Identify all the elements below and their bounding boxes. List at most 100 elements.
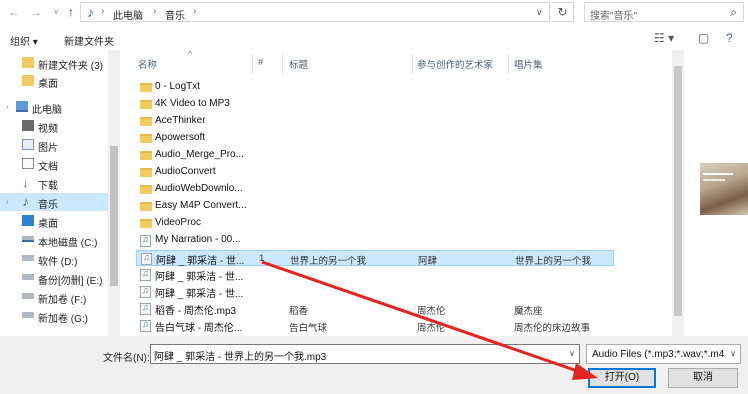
dialog-footer: 文件名(N): 阿肆 _ 郭采洁 - 世界上的另一个我.mp3 ∨ Audio …	[0, 336, 748, 394]
file-list-scrollbar-thumb[interactable]	[674, 66, 682, 316]
row-title: 稻香	[289, 306, 309, 317]
chevron-down-icon[interactable]: ∨	[730, 349, 736, 358]
row-name: AudioWebDownlo...	[155, 183, 243, 194]
column-header-album[interactable]: 唱片集	[514, 57, 543, 71]
music-icon: ♪	[22, 193, 29, 209]
nav-item-drive-c[interactable]: 本地磁盘 (C:)	[0, 231, 108, 249]
row-title: 世界上的另一个我	[290, 256, 367, 267]
filename-value: 阿肆 _ 郭采洁 - 世界上的另一个我.mp3	[154, 352, 327, 363]
row-name: 告白气球 - 周杰伦...	[155, 323, 243, 334]
column-header-artist[interactable]: 参与创作的艺术家	[417, 57, 493, 71]
row-name: AudioConvert	[155, 166, 216, 177]
nav-item-documents[interactable]: 文档	[0, 155, 108, 173]
column-header-number[interactable]: #	[258, 57, 263, 68]
nav-item-this-pc[interactable]: › 此电脑	[0, 98, 108, 116]
refresh-button[interactable]: ↻	[552, 2, 574, 22]
expand-chevron-icon: ›	[6, 102, 9, 111]
row-album: 世界上的另一个我	[515, 256, 592, 267]
file-list-scrollbar[interactable]	[672, 50, 684, 336]
chevron-down-icon[interactable]: ∨	[569, 349, 575, 358]
breadcrumb-music[interactable]: 音乐	[165, 7, 185, 22]
address-bar-row: ← → ∨ ↑ ♪ › 此电脑 › 音乐 › ∨ ↻ 搜索"音乐" ⌕	[0, 0, 748, 26]
nav-label: 此电脑	[32, 105, 62, 116]
file-row[interactable]: 阿肆 _ 郭采洁 - 世...	[136, 267, 614, 283]
folder-row[interactable]: AudioConvert	[136, 165, 614, 181]
file-row[interactable]: 阿肆 _ 郭采洁 - 世... 1 世界上的另一个我 阿肆 世界上的另一个我	[136, 250, 614, 267]
download-icon: ↓	[22, 175, 29, 190]
nav-item-drive-f[interactable]: 新加卷 (F:)	[0, 288, 108, 306]
address-dropdown-icon[interactable]: ∨	[536, 7, 543, 18]
file-row[interactable]: 阿肆 _ 郭采洁 - 世...	[136, 284, 614, 300]
nav-label: 本地磁盘 (C:)	[38, 238, 98, 249]
nav-item-new-folder-3[interactable]: 新建文件夹 (3)	[0, 54, 108, 72]
folder-row[interactable]: 0 - LogTxt	[136, 80, 614, 96]
folder-row[interactable]: Easy M4P Convert...	[136, 199, 614, 215]
nav-item-drive-d[interactable]: 软件 (D:)	[0, 250, 108, 268]
row-name: Audio_Merge_Pro...	[155, 149, 244, 160]
folder-icon	[22, 57, 34, 68]
search-placeholder: 搜索"音乐"	[590, 11, 638, 22]
nav-item-videos[interactable]: 视频	[0, 117, 108, 135]
row-artist: 阿肆	[418, 256, 438, 267]
column-header-name[interactable]: 名称	[138, 57, 157, 71]
column-header-title[interactable]: 标题	[289, 57, 308, 71]
nav-scrollbar-thumb[interactable]	[110, 146, 118, 286]
up-arrow-icon[interactable]: ↑	[63, 4, 79, 20]
file-row[interactable]: 稻香 - 周杰伦.mp3 稻香 周杰伦 魔杰座	[136, 301, 614, 317]
filename-input[interactable]: 阿肆 _ 郭采洁 - 世界上的另一个我.mp3 ∨	[150, 344, 580, 364]
nav-scrollbar[interactable]	[108, 50, 120, 336]
drive-icon	[22, 293, 34, 299]
nav-item-desktop[interactable]: 桌面	[0, 212, 108, 230]
row-album: 魔杰座	[514, 306, 543, 317]
audio-file-icon	[140, 285, 151, 298]
open-button[interactable]: 打开(O)	[588, 368, 656, 388]
new-folder-button[interactable]: 新建文件夹	[64, 33, 114, 48]
drive-icon	[22, 274, 34, 280]
folder-icon	[140, 117, 152, 126]
help-icon[interactable]: ?	[726, 31, 733, 45]
nav-item-drive-g[interactable]: 新加卷 (G:)	[0, 307, 108, 325]
nav-item-music[interactable]: › ♪ 音乐	[0, 193, 108, 211]
folder-row[interactable]: Audio_Merge_Pro...	[136, 148, 614, 164]
column-divider[interactable]	[252, 54, 253, 74]
search-input[interactable]: 搜索"音乐" ⌕	[584, 2, 744, 22]
preview-decoration	[703, 179, 725, 181]
nav-item-drive-e[interactable]: 备份[勿删] (E:)	[0, 269, 108, 287]
recent-chevron-icon[interactable]: ∨	[48, 4, 64, 20]
row-name: My Narration - 00...	[155, 234, 241, 245]
nav-label: 新建文件夹 (3)	[38, 61, 103, 72]
audio-file-icon	[141, 252, 152, 265]
back-arrow-icon[interactable]: ←	[6, 4, 22, 20]
nav-label: 软件 (D:)	[38, 257, 78, 268]
audio-file-icon	[140, 268, 151, 281]
folder-row[interactable]: 4K Video to MP3	[136, 97, 614, 113]
filetype-select[interactable]: Audio Files (*.mp3;*.wav;*.m4 ∨	[586, 344, 741, 364]
column-divider[interactable]	[282, 54, 283, 74]
nav-item-downloads[interactable]: ↓ 下载	[0, 174, 108, 192]
breadcrumb-this-pc[interactable]: 此电脑	[113, 7, 143, 22]
folder-row[interactable]: AudioWebDownlo...	[136, 182, 614, 198]
preview-image	[700, 163, 748, 215]
file-row[interactable]: 告白气球 - 周杰伦... 告白气球 周杰伦 周杰伦的床边故事	[136, 318, 614, 334]
file-row[interactable]: My Narration - 00...	[136, 233, 614, 249]
view-options-icon[interactable]: ☷ ▾	[654, 31, 674, 45]
address-box[interactable]: ♪ › 此电脑 › 音乐 › ∨	[80, 2, 550, 22]
folder-icon	[140, 202, 152, 211]
preview-pane-icon[interactable]: ▢	[698, 31, 709, 45]
row-name: 稻香 - 周杰伦.mp3	[155, 306, 237, 317]
row-artist: 周杰伦	[417, 306, 446, 317]
forward-arrow-icon[interactable]: →	[28, 4, 44, 20]
folder-icon	[140, 83, 152, 92]
nav-item-pictures[interactable]: 图片	[0, 136, 108, 154]
nav-label: 桌面	[38, 79, 58, 90]
folder-row[interactable]: VideoProc	[136, 216, 614, 232]
nav-item-desktop-folder[interactable]: 桌面	[0, 72, 108, 90]
desktop-icon	[22, 215, 34, 226]
folder-row[interactable]: Apowersoft	[136, 131, 614, 147]
cancel-button[interactable]: 取消	[668, 368, 738, 388]
folder-row[interactable]: AceThinker	[136, 114, 614, 130]
organize-button[interactable]: 组织 ▾	[10, 33, 38, 48]
column-divider[interactable]	[412, 54, 413, 74]
crumb-separator-icon: ›	[101, 6, 105, 17]
column-divider[interactable]	[508, 54, 509, 74]
